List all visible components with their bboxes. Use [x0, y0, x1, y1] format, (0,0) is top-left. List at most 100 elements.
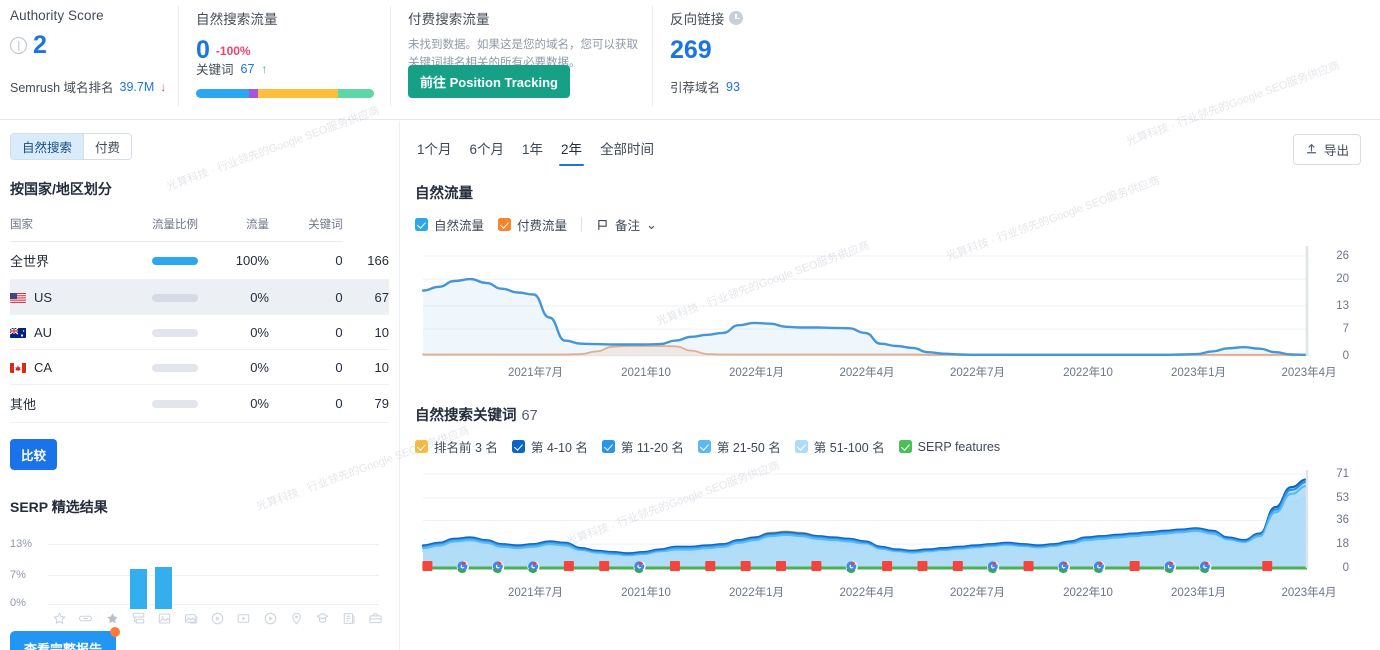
col-header-1[interactable]: 流量比例 [100, 216, 198, 242]
serp-icon-knowledge-panel[interactable] [315, 611, 330, 626]
google-update-flag-20[interactable] [1130, 561, 1140, 571]
legend-item-2[interactable]: 第 11-20 名 [602, 437, 684, 456]
period-tab-1[interactable]: 6个月 [461, 135, 514, 166]
traffic-type-toggle[interactable]: 自然搜索付费 [10, 133, 132, 160]
serp-icon-image-thumbnail[interactable] [184, 611, 199, 626]
serp-icon-local-pack[interactable] [289, 611, 304, 626]
google-update-flag-8[interactable] [705, 561, 715, 571]
table-row[interactable]: 其他0%079 [10, 385, 389, 423]
google-update-google-6[interactable] [634, 561, 646, 573]
legend-checkbox[interactable] [602, 440, 615, 453]
compare-button[interactable]: 比较 [10, 439, 57, 470]
info-icon[interactable] [10, 37, 27, 54]
table-row[interactable]: US0%067 [10, 280, 389, 315]
legend-checkbox[interactable] [498, 218, 511, 231]
serp-bar-4[interactable] [155, 567, 172, 610]
legend-item-4[interactable]: 第 51-100 名 [795, 437, 885, 456]
google-update-google-18[interactable] [1058, 561, 1070, 573]
xtick-5: 2022年10 [1063, 584, 1113, 600]
google-update-flag-15[interactable] [953, 561, 963, 571]
google-update-flag-17[interactable] [1024, 561, 1034, 571]
period-tab-0[interactable]: 1个月 [415, 135, 461, 166]
keywords-value[interactable]: 67 [343, 280, 389, 315]
google-update-flag-14[interactable] [917, 561, 927, 571]
legend-item-3[interactable]: 第 21-50 名 [698, 437, 781, 456]
export-button[interactable]: 导出 [1293, 134, 1361, 165]
legend-checkbox[interactable] [795, 440, 808, 453]
period-tab-3[interactable]: 2年 [552, 135, 591, 166]
google-update-google-2[interactable] [492, 561, 504, 573]
google-update-flag-7[interactable] [670, 561, 680, 571]
google-update-google-1[interactable] [457, 561, 469, 573]
serp-icon-reviews-star[interactable] [105, 611, 120, 626]
serp-icon-video-play[interactable] [263, 611, 278, 626]
notes-toggle[interactable]: 备注⌄ [596, 215, 657, 234]
legend-item-0[interactable]: 排名前 3 名 [415, 437, 498, 456]
keyword-position-legend[interactable]: 排名前 3 名第 4-10 名第 11-20 名第 21-50 名第 51-10… [415, 437, 1380, 456]
organic-traffic-chart-title: 自然流量 [415, 182, 1380, 203]
serp-icon-shopping[interactable] [368, 611, 383, 626]
serp-icon-sitelinks[interactable] [131, 611, 146, 626]
legend-checkbox[interactable] [899, 440, 912, 453]
upload-icon [1305, 143, 1318, 156]
serp-bar-3[interactable] [130, 569, 147, 609]
organic-traffic-xaxis: 2021年7月2021年102022年1月2022年4月2022年7月2022年… [415, 362, 1355, 384]
table-row[interactable]: CA0%010 [10, 350, 389, 385]
traffic-type-option-0[interactable]: 自然搜索 [11, 134, 83, 159]
col-header-2[interactable]: 流量 [198, 216, 269, 242]
legend-item-1[interactable]: 第 4-10 名 [512, 437, 588, 456]
ytick-4: 0 [1343, 350, 1349, 362]
col-header-3[interactable]: 关键词 [269, 216, 343, 242]
traffic-share-bar [152, 294, 198, 302]
chevron-down-icon[interactable]: ⌄ [646, 221, 657, 229]
google-update-google-19[interactable] [1093, 561, 1105, 573]
serp-icon-image-pack[interactable] [157, 611, 172, 626]
traffic-share-value: 100% [198, 242, 269, 280]
google-update-google-3[interactable] [528, 561, 540, 573]
table-row[interactable]: AU0%010 [10, 315, 389, 350]
table-row[interactable]: 全世界100%0166 [10, 242, 389, 280]
keywords-value[interactable]: 10 [343, 350, 389, 385]
traffic-legend[interactable]: 自然流量付费流量 备注⌄ [415, 215, 1380, 234]
legend-checkbox[interactable] [415, 440, 428, 453]
country-name: CA [34, 360, 52, 375]
google-update-flag-5[interactable] [599, 561, 609, 571]
google-update-google-21[interactable] [1164, 561, 1176, 573]
keywords-value[interactable]: 67 [241, 62, 255, 76]
google-update-flag-10[interactable] [776, 561, 786, 571]
google-update-flag-4[interactable] [564, 561, 574, 571]
period-tab-4[interactable]: 全部时间 [591, 135, 663, 166]
serp-icon-video-box[interactable] [236, 611, 251, 626]
traffic-value[interactable]: 0 [269, 315, 343, 350]
referring-domains-value[interactable]: 93 [726, 80, 740, 94]
serp-icon-news[interactable] [342, 611, 357, 626]
google-update-flag-23[interactable] [1262, 561, 1272, 571]
google-update-flag-9[interactable] [741, 561, 751, 571]
clock-icon[interactable] [729, 11, 743, 25]
period-tabs[interactable]: 1个月6个月1年2年全部时间 [415, 135, 1380, 166]
google-update-google-16[interactable] [987, 561, 999, 573]
legend-item-1[interactable]: 付费流量 [498, 215, 567, 234]
legend-item-5[interactable]: SERP features [899, 440, 1000, 454]
traffic-value[interactable]: 0 [269, 350, 343, 385]
legend-checkbox[interactable] [512, 440, 525, 453]
period-tab-2[interactable]: 1年 [513, 135, 552, 166]
google-update-flag-11[interactable] [811, 561, 821, 571]
semrush-rank-value[interactable]: 39.7M [120, 80, 155, 94]
position-tracking-button[interactable]: 前往 Position Tracking [408, 65, 570, 98]
google-update-google-22[interactable] [1199, 561, 1211, 573]
legend-checkbox[interactable] [698, 440, 711, 453]
google-update-flag-0[interactable] [422, 561, 432, 571]
full-report-button[interactable]: 查看完整报告 [10, 631, 116, 650]
legend-item-0[interactable]: 自然流量 [415, 215, 484, 234]
serp-icon-video[interactable] [210, 611, 225, 626]
google-update-google-12[interactable] [846, 561, 858, 573]
google-update-flag-13[interactable] [882, 561, 892, 571]
traffic-value[interactable]: 0 [269, 280, 343, 315]
traffic-type-option-1[interactable]: 付费 [83, 134, 131, 159]
col-header-0[interactable]: 国家 [10, 216, 100, 242]
serp-icon-sitelinks-link[interactable] [78, 611, 93, 626]
legend-checkbox[interactable] [415, 218, 428, 231]
keywords-value[interactable]: 10 [343, 315, 389, 350]
serp-icon-featured-snippet[interactable] [52, 611, 67, 626]
